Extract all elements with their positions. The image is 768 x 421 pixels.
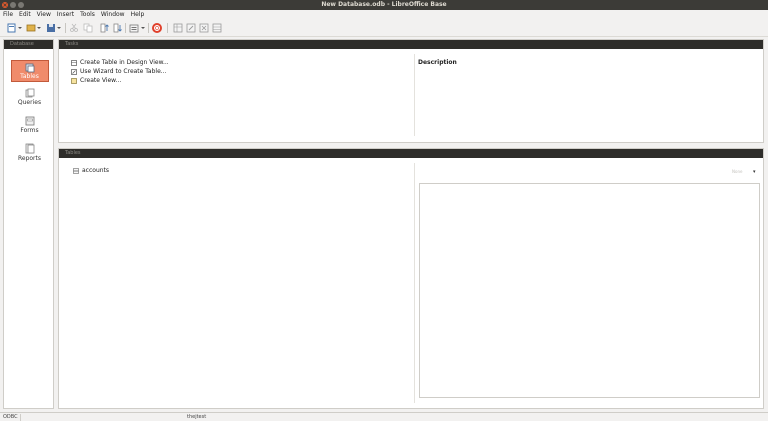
sidebar-item-label: Forms bbox=[20, 127, 39, 134]
tasks-divider bbox=[414, 54, 415, 136]
tables-highlight: Tables bbox=[10, 60, 49, 82]
standard-toolbar bbox=[0, 19, 768, 37]
sidebar-item-label: Reports bbox=[17, 155, 41, 162]
preview-area bbox=[419, 183, 760, 398]
edit-icon[interactable] bbox=[186, 23, 196, 33]
menu-tools[interactable]: Tools bbox=[80, 10, 95, 19]
toolbar-separator bbox=[65, 23, 66, 33]
sidebar-item-tables[interactable]: Tables bbox=[4, 60, 55, 82]
toolbar-separator bbox=[125, 23, 126, 33]
title-bar: New Database.odb - LibreOffice Base bbox=[0, 0, 768, 10]
copy-icon[interactable] bbox=[83, 23, 93, 33]
sort-ascending-icon[interactable] bbox=[100, 23, 110, 33]
sidebar-item-reports[interactable]: Reports bbox=[4, 143, 55, 162]
description-label: Description bbox=[418, 59, 457, 66]
sidebar-item-forms[interactable]: Forms bbox=[4, 116, 55, 134]
form-icon[interactable] bbox=[129, 23, 139, 33]
save-icon[interactable] bbox=[46, 23, 56, 33]
status-bar: ODBC thejtest bbox=[0, 412, 768, 421]
task-create-table-design[interactable]: Create Table in Design View... bbox=[71, 58, 169, 67]
sidebar-item-queries[interactable]: Queries bbox=[4, 88, 55, 106]
menu-bar: File Edit View Insert Tools Window Help bbox=[0, 10, 768, 19]
table-icon bbox=[73, 167, 79, 174]
queries-icon bbox=[25, 88, 34, 98]
table-view-icon[interactable] bbox=[173, 23, 183, 33]
open-dropdown-arrow-icon[interactable] bbox=[37, 23, 41, 33]
form-dropdown-arrow-icon[interactable] bbox=[141, 23, 145, 33]
new-document-icon[interactable] bbox=[7, 23, 17, 33]
toolbar-separator bbox=[148, 23, 149, 33]
preview-dropdown-arrow-icon[interactable]: ▾ bbox=[753, 169, 756, 175]
cut-icon[interactable] bbox=[69, 23, 79, 33]
menu-help[interactable]: Help bbox=[131, 10, 145, 19]
tables-panel-header: Tables bbox=[59, 149, 763, 158]
save-dropdown-arrow-icon[interactable] bbox=[57, 23, 61, 33]
delete-icon[interactable] bbox=[199, 23, 209, 33]
menu-file[interactable]: File bbox=[3, 10, 13, 19]
database-panel: Database Tables Queries Forms Reports bbox=[3, 39, 54, 409]
task-label: Create View... bbox=[80, 77, 122, 84]
sort-descending-icon[interactable] bbox=[113, 23, 123, 33]
sidebar-item-label: Queries bbox=[17, 99, 42, 106]
task-table-wizard[interactable]: Use Wizard to Create Table... bbox=[71, 67, 169, 76]
tasks-panel-header: Tasks bbox=[59, 40, 763, 49]
tables-divider bbox=[414, 163, 415, 403]
rename-icon[interactable] bbox=[212, 23, 222, 33]
table-design-icon bbox=[71, 59, 77, 66]
task-label: Create Table in Design View... bbox=[80, 59, 169, 66]
wizard-icon bbox=[71, 68, 77, 75]
preview-mode-select[interactable]: None bbox=[732, 169, 742, 174]
task-label: Use Wizard to Create Table... bbox=[80, 68, 167, 75]
tables-icon bbox=[25, 63, 34, 73]
sidebar-item-label: Tables bbox=[20, 73, 39, 80]
database-panel-header: Database bbox=[4, 40, 53, 49]
create-view-icon bbox=[71, 77, 77, 84]
status-separator bbox=[20, 414, 21, 421]
reports-icon bbox=[25, 143, 34, 154]
status-database-name: thejtest bbox=[187, 414, 207, 420]
status-connection-type: ODBC bbox=[3, 414, 18, 420]
new-dropdown-arrow-icon[interactable] bbox=[18, 23, 22, 33]
toolbar-separator bbox=[167, 23, 168, 33]
menu-edit[interactable]: Edit bbox=[19, 10, 31, 19]
menu-view[interactable]: View bbox=[37, 10, 51, 19]
window-title: New Database.odb - LibreOffice Base bbox=[321, 1, 447, 8]
open-icon[interactable] bbox=[26, 23, 36, 33]
help-icon[interactable] bbox=[152, 23, 162, 33]
tables-panel: Tables accounts None ▾ bbox=[58, 148, 764, 409]
forms-icon bbox=[25, 116, 34, 126]
task-create-view[interactable]: Create View... bbox=[71, 76, 169, 85]
table-item-accounts[interactable]: accounts bbox=[73, 167, 109, 174]
tasks-panel: Tasks Create Table in Design View... Use… bbox=[58, 39, 764, 143]
menu-window[interactable]: Window bbox=[101, 10, 125, 19]
task-list: Create Table in Design View... Use Wizar… bbox=[71, 58, 169, 85]
table-item-label: accounts bbox=[82, 167, 110, 174]
menu-insert[interactable]: Insert bbox=[57, 10, 74, 19]
